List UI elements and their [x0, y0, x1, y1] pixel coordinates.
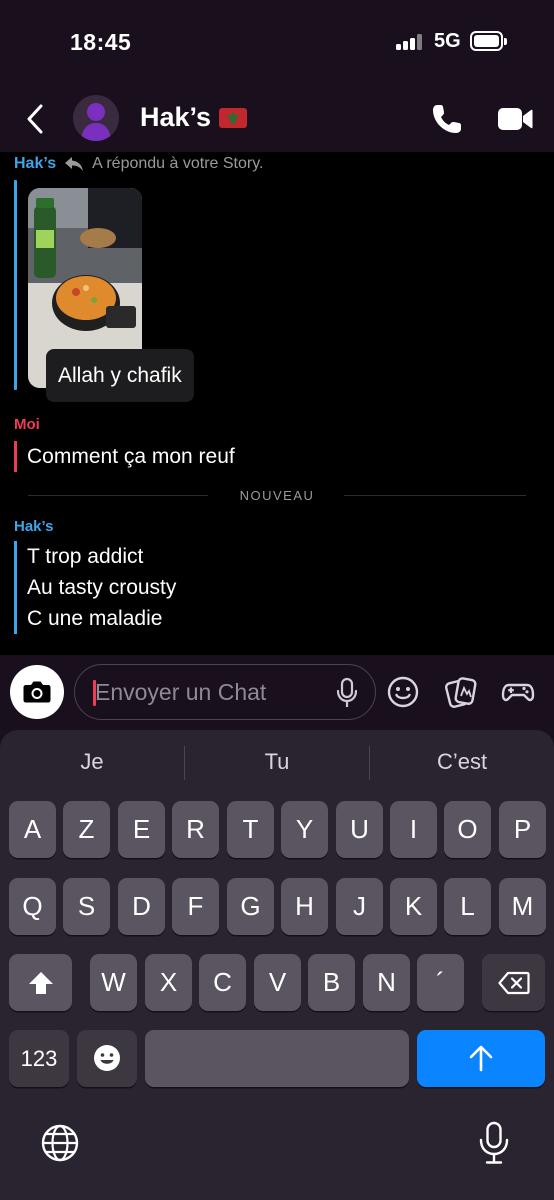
battery-icon [470, 31, 507, 51]
divider-label: NOUVEAU [239, 488, 315, 503]
sender-label-me: Moi [14, 416, 40, 433]
key-y[interactable]: Y [281, 801, 328, 858]
shift-arrow-icon [28, 972, 53, 994]
message-text: Au tasty crousty [27, 576, 177, 599]
camera-icon [23, 681, 51, 703]
key-e[interactable]: E [118, 801, 165, 858]
chat-title[interactable]: Hak’s [140, 102, 248, 133]
emoji-icon[interactable] [386, 675, 420, 709]
key-d[interactable]: D [118, 878, 165, 935]
key-v[interactable]: V [254, 954, 301, 1011]
contact-name: Hak’s [140, 102, 212, 132]
camera-button[interactable] [10, 665, 64, 719]
space-key[interactable] [145, 1030, 409, 1087]
key-o[interactable]: O [444, 801, 491, 858]
chat-header: Hak’s [0, 88, 554, 150]
new-messages-divider: NOUVEAU [28, 486, 526, 506]
friend-message-group[interactable]: T trop addict Au tasty crousty C une mal… [14, 541, 176, 634]
reply-arrow-icon [65, 157, 84, 171]
message-text: C une maladie [27, 607, 163, 630]
emoji-icon [94, 1045, 120, 1071]
key-s[interactable]: S [63, 878, 110, 935]
key-p[interactable]: P [499, 801, 546, 858]
keyboard: Je Tu C’est A Z E R T Y U I O P Q S D F … [0, 730, 554, 1200]
backspace-icon [497, 971, 530, 995]
send-key[interactable] [417, 1030, 545, 1087]
sender-name: Hak’s [14, 155, 57, 172]
video-call-icon[interactable] [497, 105, 533, 133]
top-bar: 18:45 5G Hak’s [0, 0, 554, 157]
key-c[interactable]: C [199, 954, 246, 1011]
chat-input[interactable] [74, 664, 376, 720]
story-reply-header: Hak’s A répondu à votre Story. [14, 155, 263, 173]
status-time: 18:45 [70, 29, 132, 55]
key-q[interactable]: Q [9, 878, 56, 935]
shift-key[interactable] [9, 954, 72, 1011]
key-acute-accent[interactable]: ´ [417, 954, 464, 1011]
key-a[interactable]: A [9, 801, 56, 858]
dictation-microphone-icon[interactable] [478, 1121, 510, 1165]
key-i[interactable]: I [390, 801, 437, 858]
key-x[interactable]: X [145, 954, 192, 1011]
key-f[interactable]: F [172, 878, 219, 935]
key-g[interactable]: G [227, 878, 274, 935]
key-m[interactable]: M [499, 878, 546, 935]
story-caption: Allah y chafik [46, 349, 194, 402]
key-z[interactable]: Z [63, 801, 110, 858]
numbers-key[interactable]: 123 [9, 1030, 69, 1087]
message-list[interactable]: Hak’s A répondu à votre Story. Allah y c… [0, 152, 554, 655]
key-r[interactable]: R [172, 801, 219, 858]
key-k[interactable]: K [390, 878, 437, 935]
key-l[interactable]: L [444, 878, 491, 935]
key-u[interactable]: U [336, 801, 383, 858]
bitmoji-silhouette-icon [81, 103, 111, 141]
key-w[interactable]: W [90, 954, 137, 1011]
key-t[interactable]: T [227, 801, 274, 858]
story-reply-note: A répondu à votre Story. [92, 155, 264, 172]
chat-text-input[interactable] [95, 673, 325, 711]
suggestion-cest[interactable]: C’est [370, 730, 554, 794]
key-j[interactable]: J [336, 878, 383, 935]
backspace-key[interactable] [482, 954, 545, 1011]
memories-sticker-icon[interactable] [444, 675, 478, 709]
my-message[interactable]: Comment ça mon reuf [14, 441, 235, 472]
key-h[interactable]: H [281, 878, 328, 935]
emoji-keyboard-key[interactable] [77, 1030, 137, 1087]
suggestion-tu[interactable]: Tu [185, 730, 369, 794]
status-bar: 18:45 5G [0, 0, 554, 80]
globe-icon[interactable] [40, 1123, 80, 1163]
message-accent-bar [14, 180, 17, 390]
message-text: T trop addict [27, 545, 144, 568]
microphone-icon[interactable] [333, 677, 361, 709]
key-b[interactable]: B [308, 954, 355, 1011]
message-text: Comment ça mon reuf [27, 445, 235, 468]
sender-label-friend: Hak’s [14, 518, 54, 535]
morocco-flag-icon [219, 107, 248, 128]
send-arrow-up-icon [469, 1045, 493, 1072]
network-type: 5G [434, 30, 461, 52]
suggestion-bar: Je Tu C’est [0, 730, 554, 794]
back-chevron-icon[interactable] [20, 102, 50, 136]
avatar[interactable] [73, 95, 119, 141]
suggestion-je[interactable]: Je [0, 730, 184, 794]
signal-strength-icon [396, 34, 426, 50]
phone-call-icon[interactable] [430, 102, 464, 136]
key-n[interactable]: N [363, 954, 410, 1011]
games-controller-icon[interactable] [501, 675, 535, 709]
